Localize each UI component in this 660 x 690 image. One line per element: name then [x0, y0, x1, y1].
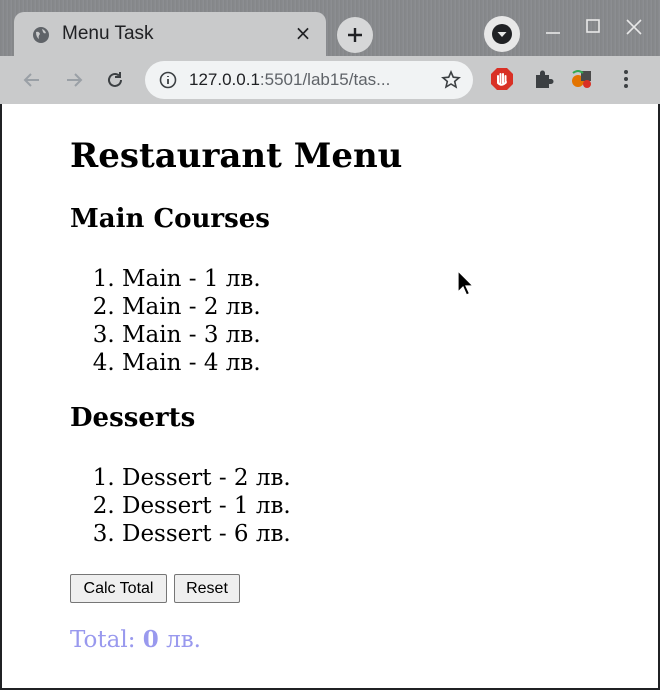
total-currency: лв. — [166, 627, 201, 653]
reload-icon — [108, 72, 122, 87]
url-text: 127.0.0.1:5501/lab15/tas... — [189, 70, 390, 90]
plus-icon — [348, 28, 362, 42]
tab-strip: Menu Task × — [0, 0, 660, 58]
adblock-extension-icon[interactable] — [490, 67, 514, 91]
list-item: Dessert - 6 лв. — [122, 520, 291, 548]
arrow-left-icon — [23, 73, 39, 87]
total-label: Total: — [70, 627, 136, 653]
url-path: :5501/lab15/tas... — [259, 70, 391, 89]
close-window-icon[interactable] — [621, 14, 647, 40]
bookmark-star-icon[interactable] — [441, 70, 461, 90]
section-heading-desserts: Desserts — [70, 403, 196, 433]
address-bar[interactable]: 127.0.0.1:5501/lab15/tas... — [145, 61, 473, 99]
section-heading-main-courses: Main Courses — [70, 204, 270, 234]
desserts-list: Dessert - 2 лв. Dessert - 1 лв. Dessert … — [70, 464, 291, 548]
tab-search-button[interactable] — [484, 16, 520, 52]
tab-title: Menu Task — [62, 23, 154, 44]
list-item: Main - 2 лв. — [122, 293, 261, 321]
calc-total-button[interactable]: Calc Total — [70, 574, 167, 603]
list-item: Dessert - 1 лв. — [122, 492, 291, 520]
mouse-cursor-icon — [457, 270, 475, 296]
reload-button[interactable] — [101, 66, 129, 94]
tab-menu-task[interactable]: Menu Task × — [14, 12, 326, 58]
total-display: Total: 0 лв. — [70, 626, 201, 653]
minimize-icon[interactable] — [540, 14, 566, 40]
list-item: Dessert - 2 лв. — [122, 464, 291, 492]
forward-button[interactable] — [60, 66, 88, 94]
list-item: Main - 1 лв. — [122, 265, 261, 293]
browser-window: Menu Task × 127.0.0.1:5501/lab15/tas... … — [0, 0, 660, 690]
tab-close-icon[interactable]: × — [292, 22, 314, 44]
browser-toolbar: 127.0.0.1:5501/lab15/tas... — [0, 56, 660, 104]
back-button[interactable] — [18, 66, 46, 94]
total-value: 0 — [142, 626, 159, 653]
new-tab-button[interactable] — [337, 17, 373, 53]
list-item: Main - 3 лв. — [122, 321, 261, 349]
globe-icon — [33, 27, 49, 43]
info-icon[interactable] — [159, 71, 177, 89]
color-extension-icon[interactable] — [570, 67, 594, 91]
page-title: Restaurant Menu — [70, 136, 403, 176]
extensions-puzzle-icon[interactable] — [532, 67, 556, 91]
list-item: Main - 4 лв. — [122, 349, 261, 377]
main-courses-list: Main - 1 лв. Main - 2 лв. Main - 3 лв. M… — [70, 265, 261, 377]
more-menu-icon[interactable] — [614, 67, 638, 91]
reset-button[interactable]: Reset — [174, 574, 240, 603]
page-viewport: Restaurant Menu Main Courses Main - 1 лв… — [2, 104, 658, 688]
maximize-icon[interactable] — [580, 14, 606, 40]
chevron-down-icon — [492, 24, 512, 44]
arrow-right-icon — [67, 73, 83, 87]
url-host: 127.0.0.1 — [189, 70, 260, 89]
